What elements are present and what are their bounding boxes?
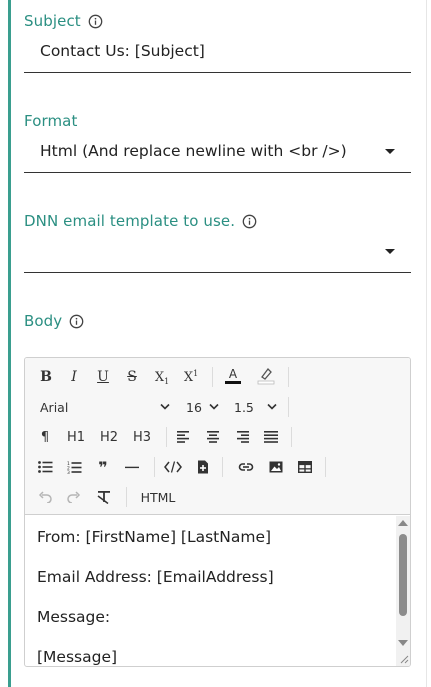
rich-text-editor: B I U S X1 X1 A Arial 16 1.5 ¶ H1 H2 H3 [24, 357, 411, 667]
scroll-up-icon[interactable] [398, 520, 408, 526]
toolbar-separator [126, 487, 127, 507]
resize-handle-icon[interactable] [397, 652, 409, 664]
line-height-select[interactable]: 1.5 [234, 396, 258, 418]
chevron-down-icon[interactable] [385, 249, 395, 254]
toolbar-separator [212, 367, 213, 387]
redo-icon[interactable] [66, 486, 82, 508]
heading1-label: H1 [66, 429, 86, 445]
toolbar-separator [325, 457, 326, 477]
line-height-value: 1.5 [234, 399, 254, 415]
font-size-select[interactable]: 16 [186, 396, 206, 418]
format-label-text: Format [24, 112, 78, 130]
body-label: Body [24, 312, 84, 330]
font-size-value: 16 [186, 399, 202, 415]
toolbar-separator [166, 427, 167, 447]
heading1-button[interactable]: H1 [65, 426, 87, 448]
toolbar-separator [222, 457, 223, 477]
heading2-button[interactable]: H2 [98, 426, 120, 448]
template-label: DNN email template to use. [24, 212, 257, 230]
subject-label: Subject [24, 12, 103, 30]
clear-formatting-icon[interactable] [95, 486, 113, 508]
font-color-icon[interactable]: A [222, 364, 244, 386]
svg-text:A: A [229, 367, 238, 381]
toolbar-separator [154, 457, 155, 477]
html-source-button[interactable]: HTML [138, 486, 178, 508]
info-icon[interactable] [69, 314, 84, 329]
italic-icon[interactable]: I [65, 366, 83, 388]
insert-file-icon[interactable] [195, 456, 211, 478]
info-icon[interactable] [88, 14, 103, 29]
code-icon[interactable] [163, 456, 183, 478]
scroll-down-icon[interactable] [398, 640, 408, 646]
paragraph-icon[interactable]: ¶ [37, 426, 53, 448]
body-label-text: Body [24, 312, 63, 330]
body-line: [Message] [37, 648, 118, 666]
toolbar-separator [288, 367, 289, 387]
html-source-label: HTML [140, 489, 176, 505]
superscript-icon[interactable]: X1 [181, 366, 201, 388]
heading3-button[interactable]: H3 [131, 426, 153, 448]
toolbar-separator [288, 397, 289, 417]
underline-icon[interactable]: U [94, 366, 112, 388]
highlight-icon[interactable] [255, 364, 277, 386]
format-underline [24, 172, 411, 173]
editor-content[interactable]: From: [FirstName] [LastName] Email Addre… [25, 516, 397, 666]
align-center-icon[interactable] [204, 426, 222, 448]
format-select[interactable]: Html (And replace newline with <br />) [40, 142, 347, 160]
toolbar-separator [291, 427, 292, 447]
subject-input[interactable]: Contact Us: [Subject] [40, 42, 205, 60]
bullet-list-icon[interactable] [37, 456, 53, 478]
bold-icon[interactable]: B [37, 366, 55, 388]
panel-border [426, 0, 427, 687]
strikethrough-icon[interactable]: S [123, 366, 141, 388]
image-icon[interactable] [267, 456, 285, 478]
body-line: Email Address: [EmailAddress] [37, 568, 274, 586]
chevron-down-icon[interactable] [267, 403, 277, 411]
accent-bar [8, 0, 11, 687]
svg-text:3: 3 [67, 470, 70, 474]
align-justify-icon[interactable] [262, 426, 280, 448]
info-icon[interactable] [242, 214, 257, 229]
heading3-label: H3 [132, 429, 152, 445]
template-underline [24, 272, 411, 273]
font-family-value: Arial [40, 399, 69, 415]
body-line: From: [FirstName] [LastName] [37, 528, 272, 546]
format-label: Format [24, 112, 77, 130]
scrollbar-thumb[interactable] [399, 534, 407, 616]
chevron-down-icon[interactable] [385, 149, 395, 154]
subscript-icon[interactable]: X1 [152, 366, 172, 388]
numbered-list-icon[interactable]: 123 [66, 456, 82, 478]
align-right-icon[interactable] [233, 426, 251, 448]
template-label-text: DNN email template to use. [24, 212, 236, 230]
heading2-label: H2 [99, 429, 119, 445]
blockquote-icon[interactable]: ❞ [95, 456, 111, 478]
table-icon[interactable] [296, 456, 314, 478]
subject-label-text: Subject [24, 12, 81, 30]
undo-icon[interactable] [37, 486, 53, 508]
subject-underline [24, 72, 411, 73]
horizontal-rule-icon[interactable] [123, 456, 141, 478]
align-left-icon[interactable] [175, 426, 193, 448]
font-family-select[interactable]: Arial [40, 396, 170, 418]
editor-toolbar: B I U S X1 X1 A Arial 16 1.5 ¶ H1 H2 H3 [25, 358, 410, 515]
body-line: Message: [37, 608, 111, 626]
chevron-down-icon[interactable] [209, 403, 219, 411]
link-icon[interactable] [236, 456, 256, 478]
chevron-down-icon[interactable] [160, 403, 170, 411]
